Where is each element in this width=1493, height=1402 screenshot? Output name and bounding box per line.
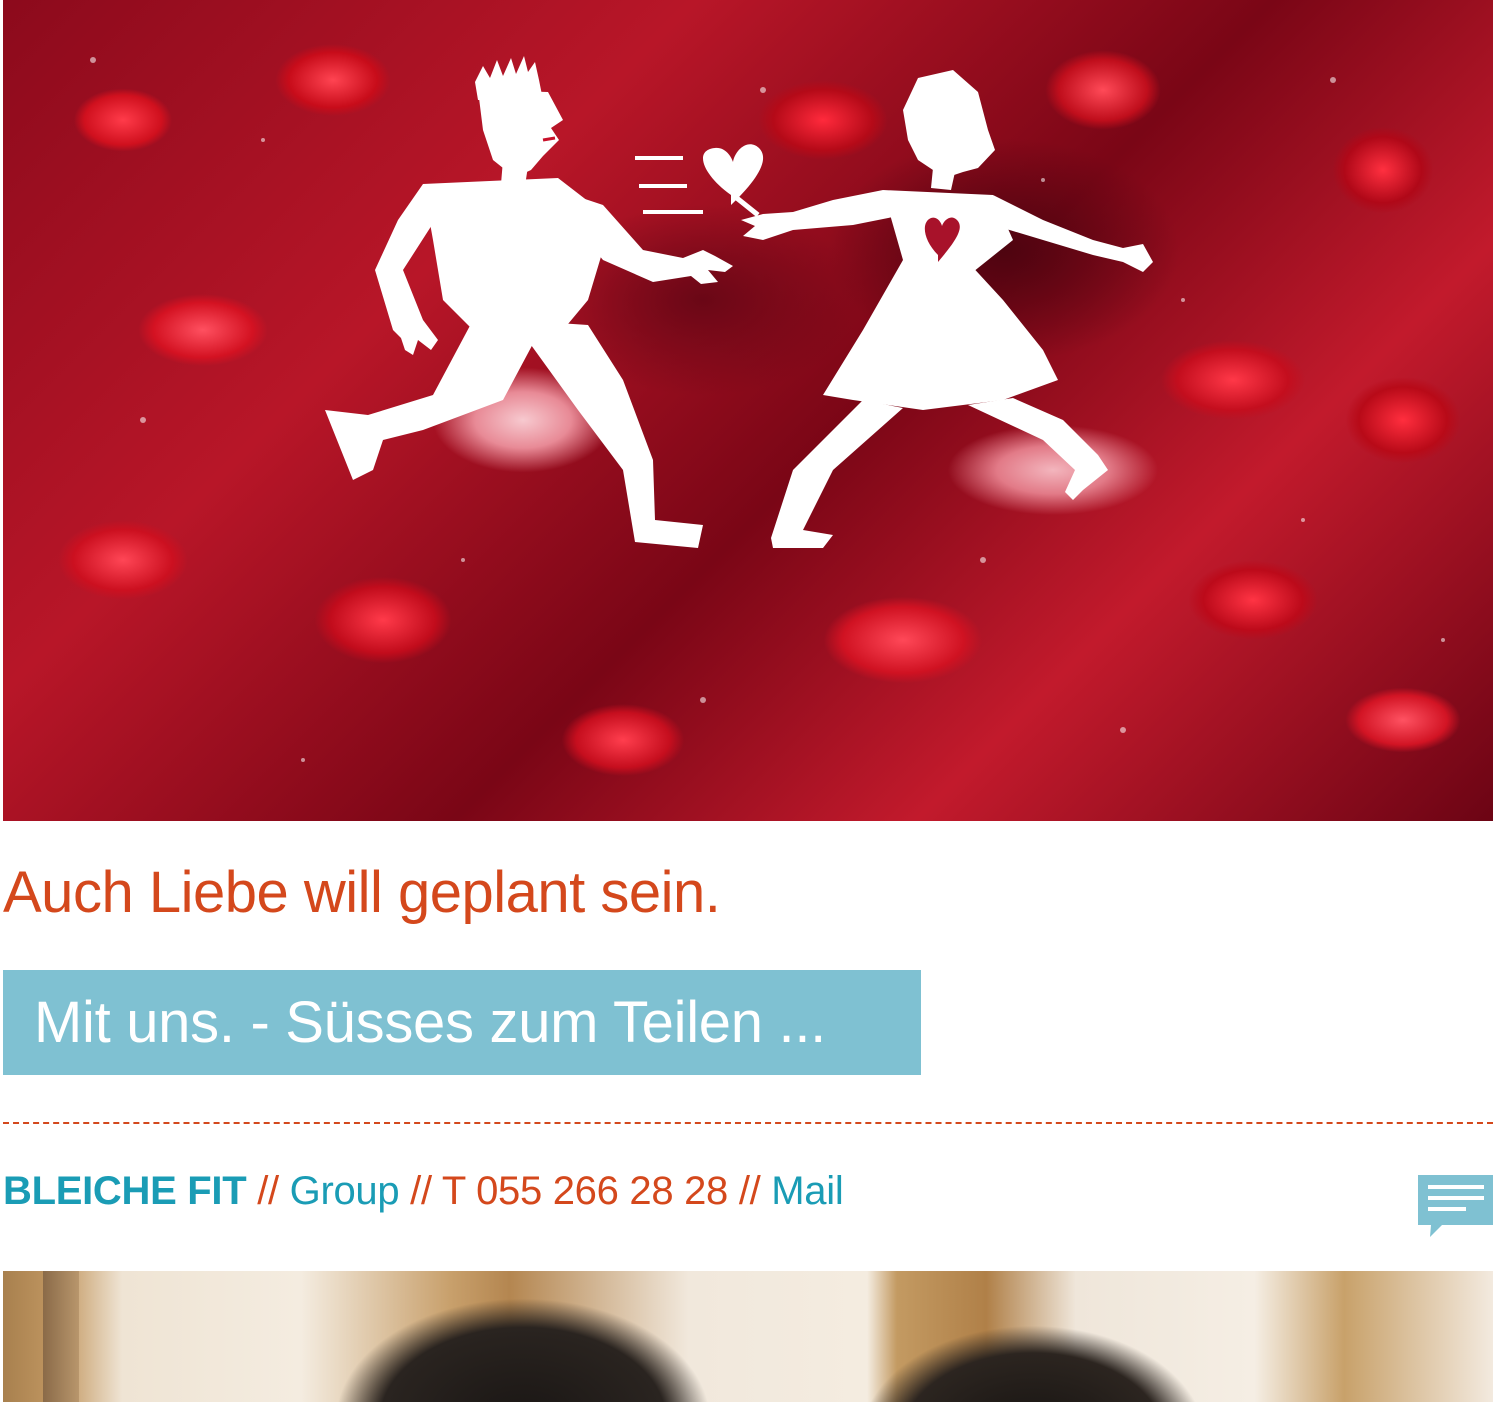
chat-bubble-icon[interactable] xyxy=(1418,1175,1493,1240)
hero-image xyxy=(3,0,1493,821)
phone-link[interactable]: T 055 266 28 28 xyxy=(442,1169,728,1213)
page: Auch Liebe will geplant sein. Mit uns. -… xyxy=(0,0,1493,1402)
mail-link[interactable]: Mail xyxy=(771,1169,843,1213)
separator: // xyxy=(246,1169,290,1213)
group-link[interactable]: Group xyxy=(290,1169,400,1213)
share-sweets-button[interactable]: Mit uns. - Süsses zum Teilen ... xyxy=(3,970,921,1075)
bottom-photo xyxy=(3,1271,1493,1402)
dancing-couple-illustration xyxy=(90,56,1445,762)
headline: Auch Liebe will geplant sein. xyxy=(3,860,721,925)
separator: // xyxy=(399,1169,442,1213)
photo-detail xyxy=(43,1271,79,1402)
brand-link[interactable]: BLEICHE FIT xyxy=(3,1169,247,1213)
dashed-divider xyxy=(3,1122,1493,1124)
footer-contact-line: BLEICHE FIT // Group // T 055 266 28 28 … xyxy=(3,1166,844,1216)
separator: // xyxy=(728,1169,772,1213)
